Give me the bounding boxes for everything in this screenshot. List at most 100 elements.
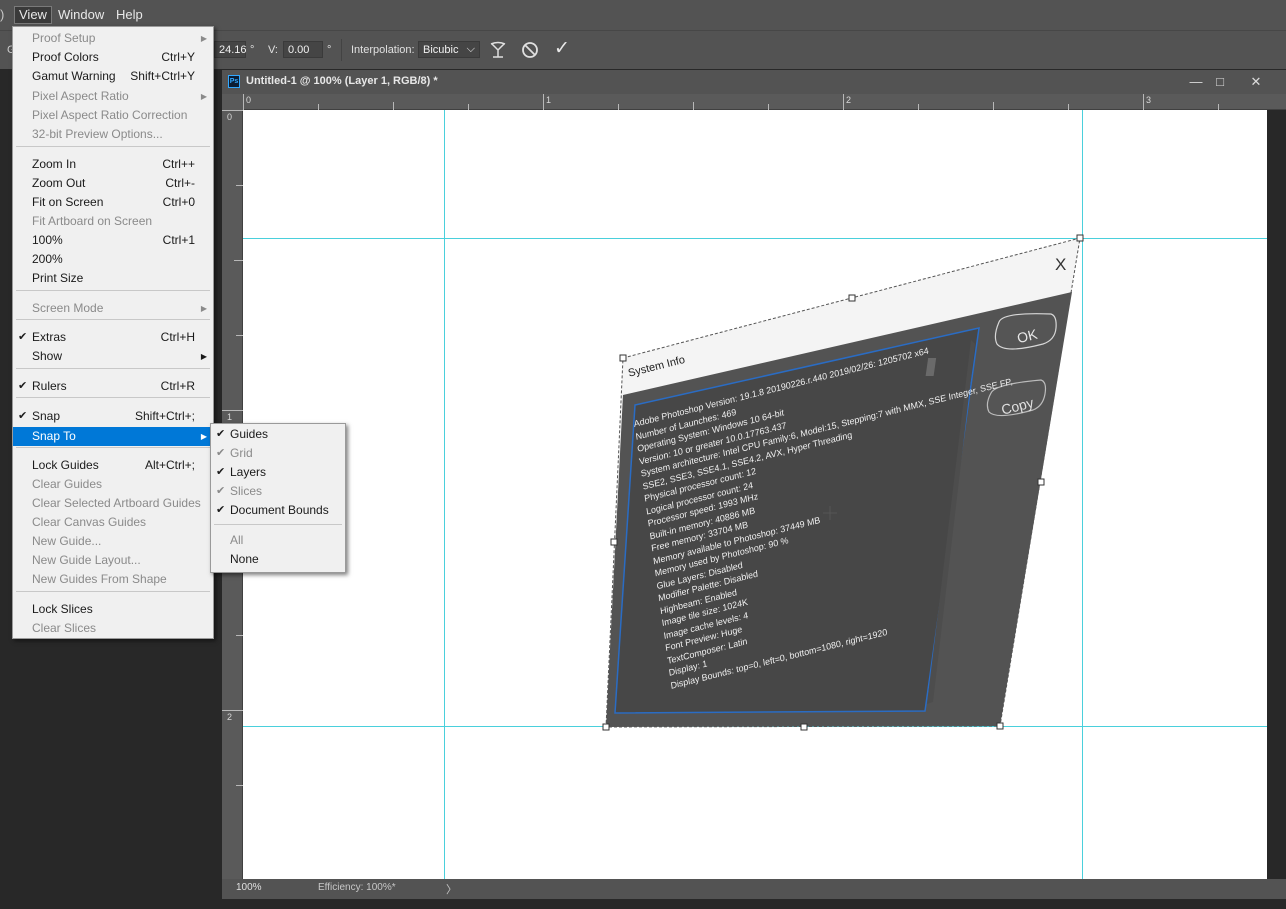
submenu-arrow-icon: ▶ — [200, 304, 207, 313]
menu-view[interactable]: View — [14, 6, 52, 24]
menu-item-label: Snap To — [32, 429, 76, 443]
check-icon: ✔ — [216, 428, 226, 440]
menu-item-shortcut: Ctrl+1 — [162, 233, 195, 247]
menu-item-label: Zoom Out — [32, 176, 86, 190]
menu-item-label: Fit Artboard on Screen — [32, 214, 153, 228]
ruler-h-label: 1 — [546, 95, 552, 105]
submenu-arrow-icon: ▶ — [200, 92, 207, 101]
menu-item-shortcut: Shift+Ctrl+; — [134, 409, 195, 423]
rotate-field[interactable]: 24.16 — [214, 41, 247, 58]
canvas-area[interactable]: System Info X OK Copy Adobe Photoshop Ve… — [243, 110, 1286, 879]
menu-item-show[interactable]: Show ▶ — [13, 347, 213, 366]
ruler-v-label: 1 — [227, 412, 233, 422]
menu-item-shortcut: Ctrl++ — [162, 157, 195, 171]
menu-separator — [16, 397, 210, 398]
horizontal-ruler[interactable]: 0 1 2 3 — [243, 94, 1286, 110]
menu-item-lock-guides[interactable]: Lock Guides Alt+Ctrl+; — [13, 456, 213, 475]
menu-item-zoom-out[interactable]: Zoom Out Ctrl+- — [13, 174, 213, 193]
check-icon: ✔ — [18, 410, 28, 422]
menu-item-label: Fit on Screen — [32, 195, 104, 209]
canvas[interactable]: System Info X OK Copy Adobe Photoshop Ve… — [243, 110, 1267, 879]
menu-item-gamut-warning[interactable]: Gamut Warning Shift+Ctrl+Y — [13, 67, 213, 86]
maximize-icon[interactable]: □ — [1208, 73, 1232, 91]
menu-item-print-size[interactable]: Print Size — [13, 269, 213, 288]
snap-item-slices: ✔ Slices — [211, 482, 345, 501]
ruler-origin[interactable] — [222, 94, 243, 110]
check-icon: ✔ — [216, 447, 226, 459]
menu-item-clear-canvas-guides: Clear Canvas Guides — [13, 513, 213, 532]
minimize-icon[interactable]: — — [1184, 73, 1208, 91]
menu-item-clear-slices: Clear Slices — [13, 619, 213, 638]
snap-item-guides[interactable]: ✔ Guides — [211, 425, 345, 444]
snap-item-label: Guides — [230, 427, 269, 441]
snap-item-none[interactable]: None — [211, 550, 345, 569]
v-skew-unit: ° — [327, 44, 332, 56]
menu-item-shortcut: Ctrl+- — [165, 176, 195, 190]
menu-item-shortcut: Ctrl+H — [160, 330, 195, 344]
menu-item-label: Show — [32, 349, 63, 363]
menu-separator — [16, 319, 210, 320]
close-icon[interactable]: ✕ — [1244, 73, 1268, 91]
efficiency-readout[interactable]: Efficiency: 100%* — [318, 882, 396, 893]
snap-item-label: None — [230, 552, 259, 566]
submenu-arrow-icon: ▶ — [200, 352, 207, 361]
menu-item-label: Proof Setup — [32, 31, 96, 45]
check-icon: ✔ — [216, 504, 226, 516]
menu-item-lock-slices[interactable]: Lock Slices — [13, 600, 213, 619]
menu-item-shortcut: Ctrl+0 — [162, 195, 195, 209]
menu-item-label: Pixel Aspect Ratio — [32, 89, 129, 103]
commit-transform-icon[interactable]: ✓ — [554, 37, 570, 60]
menu-separator — [16, 591, 210, 592]
menu-item-shortcut: Ctrl+R — [160, 379, 195, 393]
interpolation-select[interactable]: Bicubic ⌵ — [418, 41, 480, 58]
menu-item-proof-colors[interactable]: Proof Colors Ctrl+Y — [13, 48, 213, 67]
menu-item-label: Gamut Warning — [32, 69, 116, 83]
menu-item-proof-setup: Proof Setup ▶ — [13, 29, 213, 48]
v-skew-label: V: — [268, 44, 278, 56]
ruler-h-label: 2 — [846, 95, 852, 105]
snap-item-document-bounds[interactable]: ✔ Document Bounds — [211, 501, 345, 520]
status-menu-arrow[interactable]: 〉 — [446, 881, 457, 897]
menu-item-snap[interactable]: ✔ Snap Shift+Ctrl+; — [13, 407, 213, 426]
v-skew-field[interactable]: 0.00 — [283, 41, 323, 58]
menu-item-label: Lock Guides — [32, 458, 99, 472]
ruler-v-label: 0 — [227, 112, 233, 122]
menu-item-label: Zoom In — [32, 157, 77, 171]
menu-item-label: Snap — [32, 409, 61, 423]
document-window: Ps Untitled-1 @ 100% (Layer 1, RGB/8) * … — [222, 70, 1286, 899]
warp-mode-icon[interactable] — [488, 40, 508, 60]
check-icon: ✔ — [18, 380, 28, 392]
menu-window[interactable]: Window — [58, 7, 104, 23]
menu-item-zoom-in[interactable]: Zoom In Ctrl++ — [13, 155, 213, 174]
snap-item-all: All — [211, 531, 345, 550]
menu-separator — [16, 368, 210, 369]
cancel-transform-icon[interactable] — [520, 40, 540, 60]
document-tab-title[interactable]: Untitled-1 @ 100% (Layer 1, RGB/8) * — [246, 75, 438, 87]
menu-separator — [16, 447, 210, 448]
snap-item-label: Grid — [230, 446, 253, 460]
menu-item-rulers[interactable]: ✔ Rulers Ctrl+R — [13, 377, 213, 396]
menu-item-shortcut: Shift+Ctrl+Y — [130, 69, 195, 83]
snap-item-grid: ✔ Grid — [211, 444, 345, 463]
menu-item-label: Print Size — [32, 271, 84, 285]
menu-item-label: Lock Slices — [32, 602, 93, 616]
snap-item-label: Slices — [230, 484, 263, 498]
menu-item-shortcut: Alt+Ctrl+; — [144, 458, 195, 472]
menu-separator — [214, 524, 342, 525]
check-icon: ✔ — [216, 485, 226, 497]
chevron-down-icon: ⌵ — [466, 43, 475, 55]
menu-help[interactable]: Help — [116, 7, 143, 23]
check-icon: ✔ — [18, 331, 28, 343]
menu-item-100[interactable]: 100% Ctrl+1 — [13, 231, 213, 250]
menu-item-200[interactable]: 200% — [13, 250, 213, 269]
menu-item-32-bit-preview-options: 32-bit Preview Options... — [13, 125, 213, 144]
menu-item-label: New Guide... — [32, 534, 102, 548]
layer-dialog-close: X — [1055, 255, 1067, 274]
zoom-field[interactable]: 100% — [236, 882, 262, 893]
menu-item-label: Clear Slices — [32, 621, 97, 635]
menu-item-fit-on-screen[interactable]: Fit on Screen Ctrl+0 — [13, 193, 213, 212]
menu-item-label: Pixel Aspect Ratio Correction — [32, 108, 188, 122]
menu-item-snap-to[interactable]: Snap To ▶ — [13, 427, 213, 446]
snap-item-layers[interactable]: ✔ Layers — [211, 463, 345, 482]
menu-item-extras[interactable]: ✔ Extras Ctrl+H — [13, 328, 213, 347]
